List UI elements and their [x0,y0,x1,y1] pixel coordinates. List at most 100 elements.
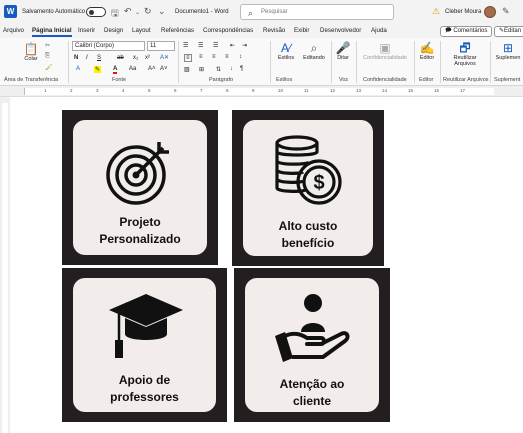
horizontal-ruler[interactable]: 1 2 3 4 5 6 7 8 9 10 11 12 13 14 15 16 1… [0,86,523,97]
ruler-tick: 11 [304,88,309,93]
clear-format-icon[interactable]: A✕ [160,54,169,61]
strikethrough-button[interactable]: ab [117,55,124,61]
warning-icon[interactable]: ⚠ [432,6,440,17]
sensitivity-button[interactable]: ▣ Confidencialidade [359,42,411,62]
target-icon [106,142,169,205]
font-size-down-icon[interactable]: A˅ [160,66,168,72]
tab-ajuda[interactable]: Ajuda [371,27,387,34]
autosave-toggle[interactable] [86,7,106,17]
ruler-tick: 1 [44,88,47,93]
card-projeto-personalizado[interactable]: Projeto Personalizado [62,110,218,265]
styles-icon: A∕ [280,41,291,55]
subscript-button[interactable]: x₂ [133,55,138,61]
format-painter-icon[interactable]: 🖌 [45,64,53,71]
styles-button[interactable]: A∕ Estilos [275,41,297,62]
card-title-line2: cliente [292,394,331,408]
tab-layout[interactable]: Layout [132,27,151,34]
font-name-select[interactable]: Calibri (Corpo) [72,41,145,51]
decrease-indent-icon[interactable]: ⇤ [230,42,235,49]
italic-button[interactable]: I [86,55,88,61]
card-panel: $ Alto custo benefício [243,120,373,256]
tab-arquivo[interactable]: Arquivo [3,27,24,34]
tab-inserir[interactable]: Inserir [78,27,95,34]
increase-indent-icon[interactable]: ⇥ [242,42,247,49]
tab-pagina-inicial[interactable]: Página Inicial [32,27,72,37]
tab-revisao[interactable]: Revisão [263,27,285,34]
cut-icon[interactable]: ✂ [45,42,50,49]
editor-button[interactable]: ✍ Editor [417,41,437,62]
show-marks-icon[interactable]: ¶ [240,66,243,72]
font-grow-icon[interactable]: Aa [129,66,136,72]
underline-button[interactable]: S [97,55,101,61]
ruler-tick: 9 [252,88,255,93]
search-box[interactable]: ⌕ Pesquisar [240,4,394,20]
reuse-files-button[interactable]: 🗗 Reutilizar Arquivos [443,42,487,68]
copy-icon[interactable]: ⎘ [45,53,50,60]
font-size-select[interactable]: 11 [147,41,175,51]
comments-button[interactable]: 🗩 Comentários [440,26,493,37]
card-alto-custo-beneficio[interactable]: $ Alto custo benefício [232,110,384,266]
microphone-icon: 🎤 [335,41,351,55]
separator [68,41,69,83]
card-title-line1: Atenção ao [279,377,345,391]
separator [414,41,415,83]
editing-mode-button[interactable]: ✎Editan [494,26,523,37]
autosave-label: Salvamento Automático [22,9,86,15]
tab-exibir[interactable]: Exibir [294,27,309,34]
ruler-tick: 6 [174,88,177,93]
undo-dropdown-icon[interactable]: ⌄ [135,9,140,16]
svg-text:$: $ [313,172,324,194]
addins-group-label: Suplement [494,77,521,83]
font-size-up-icon[interactable]: A˄ [148,66,156,72]
redo-icon[interactable]: ↻ [144,6,152,17]
card-apoio-professores[interactable]: Apoio de professores [62,268,227,422]
word-app-icon: W [4,5,17,18]
align-left-icon[interactable]: ≡ [184,54,192,62]
line-spacing-icon[interactable]: ↕ [239,54,242,60]
separator [440,41,441,83]
editor-pen-icon: ✍ [419,41,435,55]
separator [331,41,332,83]
borders-icon[interactable]: ⊞ [199,66,204,73]
pen-icon[interactable]: ✎ [502,6,510,17]
shading-icon[interactable]: ▧ [184,66,190,73]
avatar[interactable] [484,6,496,18]
vertical-ruler[interactable] [0,97,10,433]
multilevel-list-icon[interactable]: ☰ [213,42,218,49]
card-atencao-cliente[interactable]: Atenção ao cliente [234,268,390,422]
ruler-tick: 12 [330,88,336,93]
card-title-line1: Alto custo [278,219,338,233]
addins-button[interactable]: ⊞ Suplemen [493,42,523,61]
separator [178,41,179,83]
tab-design[interactable]: Design [104,27,123,34]
align-center-icon[interactable]: ≡ [199,54,203,60]
numbering-icon[interactable]: ☰ [198,42,203,49]
title-bar: W Salvamento Automático 🖫 ↶ ⌄ ↻ ⌄ Docume… [0,0,523,24]
undo-icon[interactable]: ↶ [124,6,132,17]
reuse-group-label: Reutilizar Arquivos [443,77,489,83]
bold-button[interactable]: N [74,55,78,61]
sort-icon[interactable]: ⇅ [216,66,221,73]
paste-button[interactable]: 📋 Colar [20,43,42,63]
ruler-tick: 16 [434,88,440,93]
font-color-icon[interactable]: A [113,66,118,74]
text-effects-icon[interactable]: A [76,66,80,72]
customize-toolbar-icon[interactable]: ⌄ [158,6,166,17]
bullets-icon[interactable]: ☰ [183,42,188,49]
editing-button[interactable]: ⌕ Editando [300,42,328,62]
card-panel: Projeto Personalizado [73,120,207,255]
hand-care-person-icon [275,294,350,362]
card-panel: Atenção ao cliente [245,278,379,412]
sort-az-icon[interactable]: ↓ [230,66,233,72]
align-right-icon[interactable]: ≡ [212,54,216,60]
tab-correspondencias[interactable]: Correspondências [203,27,253,34]
document-title: Documento1 - Word [175,9,229,15]
dictate-button[interactable]: 🎤 Ditar [334,41,352,62]
save-icon[interactable]: 🖫 [111,6,119,22]
tab-referencias[interactable]: Referências [161,27,194,34]
superscript-button[interactable]: x² [145,55,150,61]
tab-desenvolvedor[interactable]: Desenvolvedor [320,27,361,34]
user-name[interactable]: Cleber Moura [445,9,481,15]
highlight-icon[interactable]: ✎ [94,66,102,73]
justify-icon[interactable]: ≡ [225,54,229,60]
